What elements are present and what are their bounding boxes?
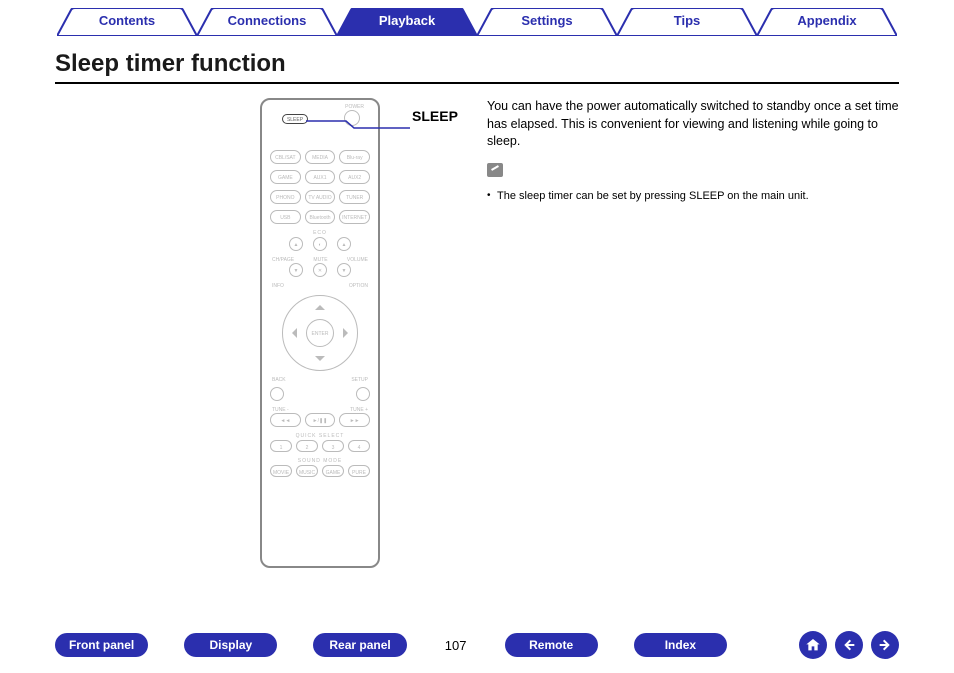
remote-illustration: SLEEP POWER CBL/SAT MEDIA PLAYERBlu-ray G… — [260, 98, 380, 568]
remote-mode-game: GAME — [322, 465, 344, 477]
remote-transport-prev: ◄◄ — [270, 413, 301, 427]
remote-body: SLEEP POWER CBL/SAT MEDIA PLAYERBlu-ray G… — [260, 98, 380, 568]
remote-mode-pure: PURE — [348, 465, 370, 477]
bottom-nav: Front panel Display Rear panel 107 Remot… — [0, 631, 954, 659]
callout-sleep-label: SLEEP — [412, 108, 458, 124]
remote-volume-label: VOLUME — [347, 257, 368, 263]
note-icon — [487, 163, 503, 177]
remote-source-button: TUNER — [339, 190, 370, 204]
top-tabs: Contents Connections Playback Settings T… — [0, 0, 954, 36]
remote-chpage-down: ▼ — [289, 263, 303, 277]
remote-source-button: AUX1 — [305, 170, 336, 184]
remote-sleep-button: SLEEP — [282, 114, 308, 124]
tab-connections[interactable]: Connections — [197, 8, 337, 36]
remote-source-button: INTERNET RADIO — [339, 210, 370, 224]
next-page-icon[interactable] — [871, 631, 899, 659]
nav-remote[interactable]: Remote — [505, 633, 598, 657]
remote-quickselect-label: QUICK SELECT — [270, 433, 370, 439]
prev-page-icon[interactable] — [835, 631, 863, 659]
description-column: You can have the power automatically swi… — [475, 94, 899, 568]
tab-tips[interactable]: Tips — [617, 8, 757, 36]
remote-source-button: AUX2 — [339, 170, 370, 184]
remote-eco-left: ▲ — [289, 237, 303, 251]
remote-eco-center: ◐ — [313, 237, 327, 251]
remote-chpage-label: CH/PAGE — [272, 257, 294, 263]
remote-dpad: ENTER — [282, 295, 358, 371]
note-text: The sleep timer can be set by pressing S… — [487, 190, 899, 202]
remote-source-button: MEDIA PLAYER — [305, 150, 336, 164]
remote-setup-label: SETUP — [351, 377, 368, 383]
remote-source-button: Bluetooth — [305, 210, 336, 224]
remote-enter-button: ENTER — [306, 319, 334, 347]
tab-label: Playback — [379, 13, 435, 28]
remote-source-button: GAME — [270, 170, 301, 184]
remote-back-label: BACK — [272, 377, 286, 383]
remote-mute-button: ✕ — [313, 263, 327, 277]
nav-display[interactable]: Display — [184, 633, 277, 657]
content-area: SLEEP POWER CBL/SAT MEDIA PLAYERBlu-ray G… — [0, 84, 954, 568]
remote-eco-label: ECO — [270, 230, 370, 236]
remote-info-label: INFO — [272, 283, 284, 289]
tab-label: Contents — [99, 13, 155, 28]
tab-appendix[interactable]: Appendix — [757, 8, 897, 36]
remote-soundmode-label: SOUND MODE — [270, 458, 370, 464]
remote-qs-1: 1 — [270, 440, 292, 452]
remote-source-button: CBL/SAT — [270, 150, 301, 164]
remote-qs-3: 3 — [322, 440, 344, 452]
page-title: Sleep timer function — [55, 50, 899, 78]
description-text: You can have the power automatically swi… — [487, 98, 899, 151]
remote-qs-4: 4 — [348, 440, 370, 452]
remote-setup-button — [356, 387, 370, 401]
remote-volume-down: ▼ — [337, 263, 351, 277]
tab-label: Tips — [674, 13, 701, 28]
remote-transport-next: ►► — [339, 413, 370, 427]
nav-index[interactable]: Index — [634, 633, 727, 657]
tab-playback[interactable]: Playback — [337, 8, 477, 36]
tab-settings[interactable]: Settings — [477, 8, 617, 36]
remote-source-button: TV AUDIO — [305, 190, 336, 204]
remote-back-button — [270, 387, 284, 401]
nav-front-panel[interactable]: Front panel — [55, 633, 148, 657]
remote-power-label: POWER — [345, 104, 364, 110]
remote-source-button: PHONO — [270, 190, 301, 204]
remote-mode-music: MUSIC — [296, 465, 318, 477]
nav-rear-panel[interactable]: Rear panel — [313, 633, 406, 657]
tab-label: Connections — [228, 13, 307, 28]
remote-power-button — [344, 110, 360, 126]
remote-column: SLEEP POWER CBL/SAT MEDIA PLAYERBlu-ray G… — [55, 94, 475, 568]
home-icon[interactable] — [799, 631, 827, 659]
tab-label: Settings — [521, 13, 572, 28]
tab-contents[interactable]: Contents — [57, 8, 197, 36]
remote-qs-2: 2 — [296, 440, 318, 452]
tab-label: Appendix — [797, 13, 856, 28]
remote-source-button: USB — [270, 210, 301, 224]
remote-mode-movie: MOVIE — [270, 465, 292, 477]
remote-source-button: Blu-ray — [339, 150, 370, 164]
remote-eco-right: ▲ — [337, 237, 351, 251]
remote-option-label: OPTION — [349, 283, 368, 289]
page-number: 107 — [443, 638, 469, 653]
remote-transport-play: ►/❚❚ — [305, 413, 336, 427]
